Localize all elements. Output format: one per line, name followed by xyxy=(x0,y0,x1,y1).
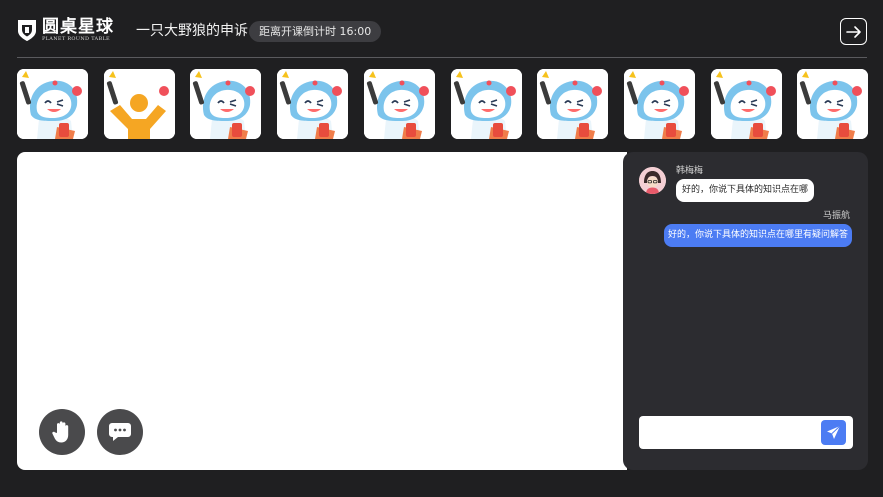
girl-avatar-icon xyxy=(639,167,666,194)
participant-tile[interactable] xyxy=(103,69,175,139)
avatar xyxy=(639,167,666,194)
robot-mascot-icon xyxy=(537,69,609,139)
robot-mascot-icon xyxy=(710,69,782,139)
robot-mascot-icon xyxy=(797,69,869,139)
chat-input-box xyxy=(639,416,853,449)
participant-tile[interactable] xyxy=(277,69,349,139)
participant-tile[interactable] xyxy=(450,69,522,139)
send-icon xyxy=(827,425,841,439)
robot-mascot-icon xyxy=(190,69,262,139)
chat-toggle-button[interactable] xyxy=(97,409,143,455)
robot-mascot-icon xyxy=(623,69,695,139)
robot-mascot-icon xyxy=(363,69,435,139)
exit-arrow-icon xyxy=(845,25,861,38)
header: 圆桌星球 PLANET ROUND TABLE 一只大野狼的申诉 距离开课倒计时… xyxy=(0,0,883,58)
logo-shield-icon xyxy=(18,20,36,41)
hand-icon xyxy=(52,421,69,443)
participant-tile[interactable] xyxy=(537,69,609,139)
message-sender: 韩梅梅 xyxy=(676,166,704,176)
participant-tile[interactable] xyxy=(363,69,435,139)
robot-mascot-icon xyxy=(450,69,522,139)
participant-tile[interactable] xyxy=(623,69,695,139)
message-bubble-incoming: 好的，你说下具体的知识点在哪 xyxy=(676,179,815,202)
logo-subtitle: PLANET ROUND TABLE xyxy=(42,35,111,42)
chat-panel: 韩梅梅 好的，你说下具体的知识点在哪 马振航 好的，你说下具体的知识点在哪里有疑… xyxy=(623,152,868,470)
send-button[interactable] xyxy=(821,420,846,445)
person-silhouette-icon xyxy=(103,69,175,139)
robot-mascot-icon xyxy=(277,69,349,139)
exit-button[interactable] xyxy=(840,18,867,45)
countdown-badge: 距离开课倒计时 16:00 xyxy=(249,21,382,42)
message-bubble-outgoing: 好的，你说下具体的知识点在哪里有疑问解答 xyxy=(663,224,852,247)
logo-name: 圆桌星球 xyxy=(42,16,114,37)
chat-input[interactable] xyxy=(639,416,815,449)
participant-tile[interactable] xyxy=(17,69,88,139)
robot-mascot-icon xyxy=(17,69,88,139)
chat-bubble-icon xyxy=(109,423,131,441)
participant-tile[interactable] xyxy=(190,69,262,139)
logo: 圆桌星球 PLANET ROUND TABLE xyxy=(16,17,114,43)
header-divider xyxy=(17,57,867,58)
participant-tile[interactable] xyxy=(797,69,869,139)
raise-hand-button[interactable] xyxy=(39,409,85,455)
participant-tile[interactable] xyxy=(710,69,782,139)
message-sender: 马振航 xyxy=(822,211,850,221)
participant-strip xyxy=(17,69,883,139)
page-title: 一只大野狼的申诉 xyxy=(136,23,248,39)
